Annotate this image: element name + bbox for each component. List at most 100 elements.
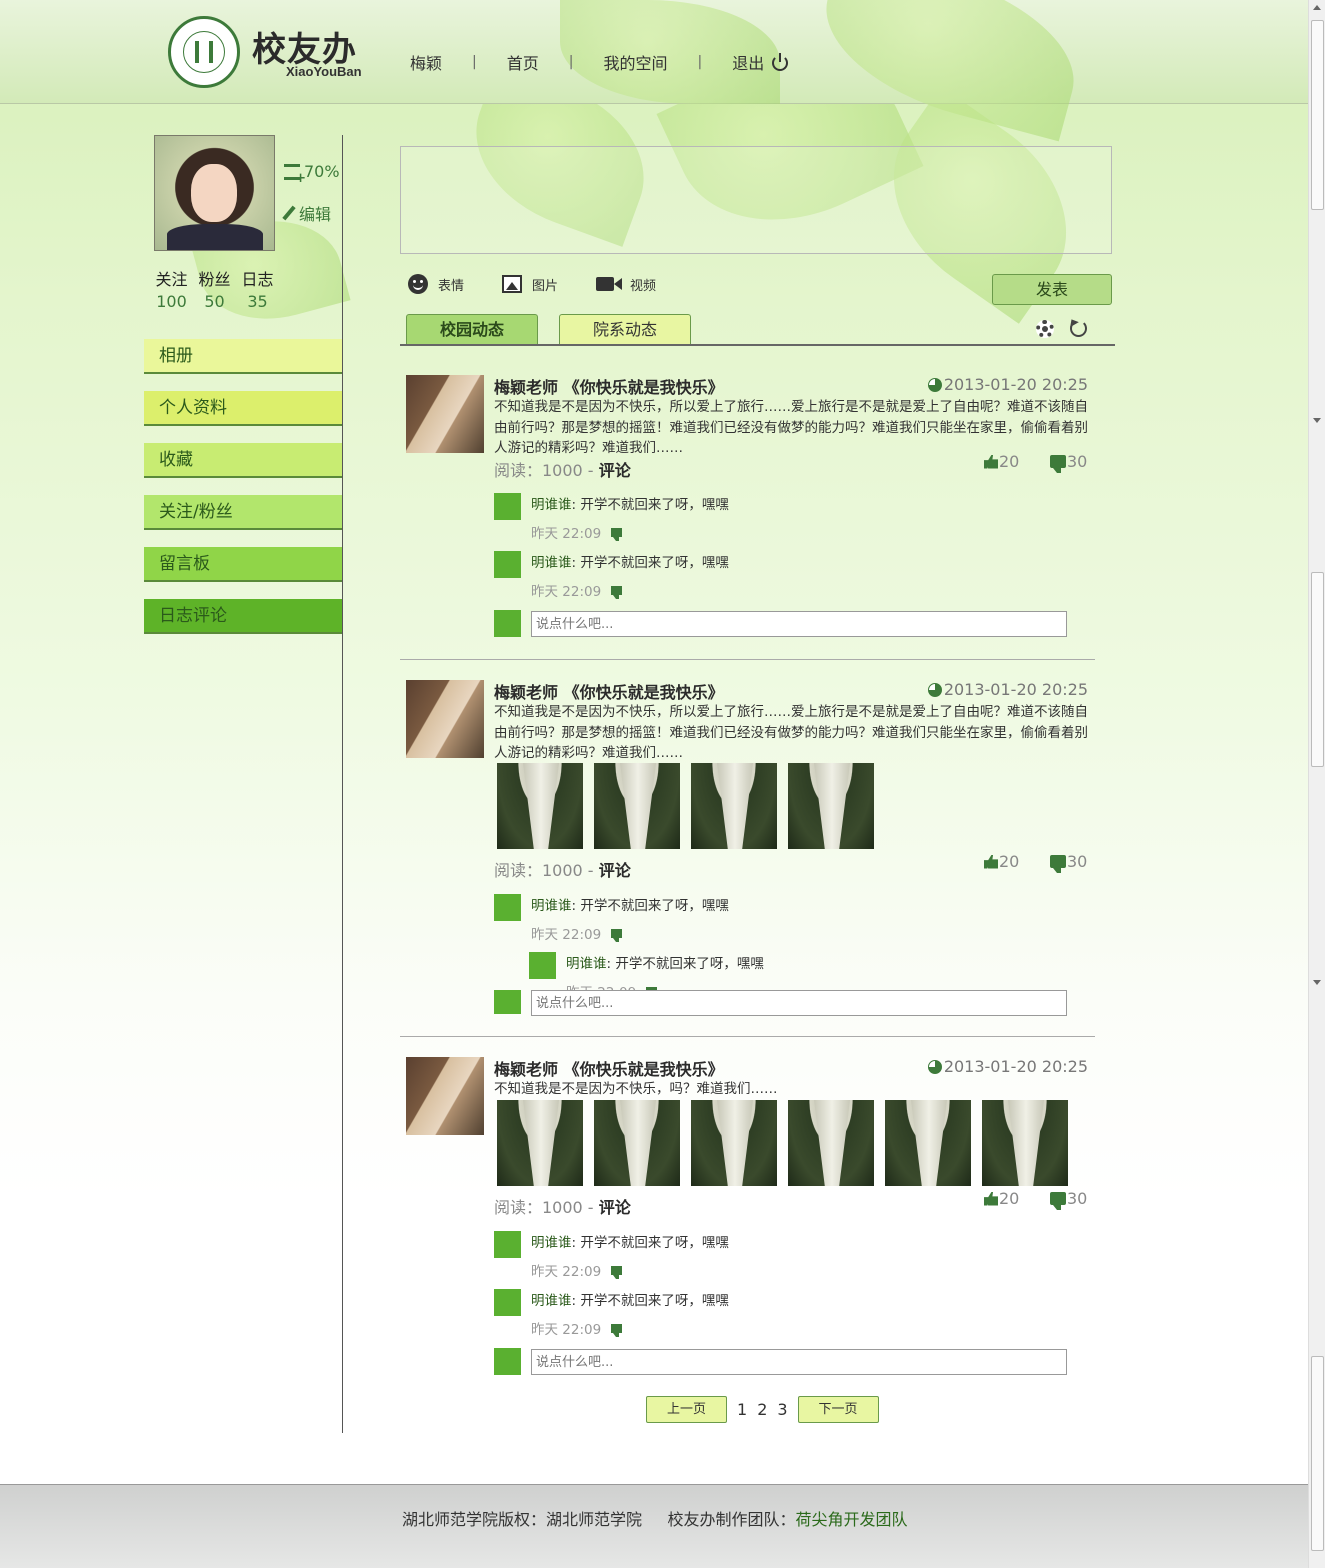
prev-page-button[interactable]: 上一页 (646, 1396, 727, 1423)
logout-label: 退出 (732, 54, 765, 73)
post-author-avatar[interactable] (406, 1057, 484, 1135)
post-image[interactable] (885, 1100, 971, 1186)
reply-avatar[interactable] (494, 1289, 521, 1316)
comment-input[interactable] (531, 1349, 1067, 1375)
like-button[interactable]: 20 (984, 452, 1019, 471)
reply-content: : 开学不就回来了呀，嘿嘿 (571, 1235, 729, 1251)
reply-content: : 开学不就回来了呀，嘿嘿 (606, 956, 764, 972)
post-image[interactable] (594, 1100, 680, 1186)
reply-author[interactable]: 明谁谁 (531, 898, 572, 914)
completion-value: 70% (304, 162, 340, 181)
feed-tabs: 校园动态 院系动态 (406, 314, 712, 345)
reply-author[interactable]: 明谁谁 (531, 555, 572, 571)
nav-item-user[interactable]: 梅颖 (410, 50, 442, 74)
post-time-text: 2013-01-20 20:25 (943, 375, 1088, 394)
reply-bubble-icon[interactable] (611, 928, 623, 942)
sidebar-menu: 相册 个人资料 收藏 关注/粉丝 留言板 日志评论 (144, 339, 342, 651)
post-title[interactable]: 梅颖老师 《你快乐就是我快乐》 (494, 679, 724, 703)
scroll-down-arrow[interactable] (1313, 980, 1321, 985)
reply-author[interactable]: 明谁谁 (531, 1235, 572, 1251)
footer-team-link[interactable]: 荷尖角开发团队 (795, 1510, 907, 1529)
reply-avatar[interactable] (494, 894, 521, 921)
footer-team-label: 校友办制作团队： (667, 1510, 796, 1529)
sidebar-item-favorites[interactable]: 收藏 (144, 443, 342, 478)
stat-label: 日志 (241, 270, 274, 289)
post-image[interactable] (594, 763, 680, 849)
list-plus-icon (284, 163, 306, 186)
profile-completion: 70% (284, 162, 340, 186)
refresh-icon[interactable] (1070, 320, 1087, 337)
sidebar-item-profile[interactable]: 个人资料 (144, 391, 342, 426)
edit-profile-link[interactable]: 编辑 (282, 201, 331, 225)
comment-count-button[interactable]: 30 (1050, 1189, 1087, 1210)
like-count: 20 (999, 1189, 1020, 1208)
reply-bubble-icon[interactable] (611, 1323, 623, 1337)
scrollbar-thumb[interactable] (1311, 572, 1324, 767)
scrollbar-thumb[interactable] (1311, 1356, 1324, 1551)
reply-time: 昨天 22:09 (531, 923, 623, 943)
reply-bubble-icon[interactable] (611, 527, 623, 541)
page-number[interactable]: 2 (757, 1400, 767, 1419)
post-image[interactable] (788, 763, 874, 849)
profile-avatar[interactable] (154, 135, 275, 251)
tab-department[interactable]: 院系动态 (559, 314, 691, 345)
page-number[interactable]: 1 (737, 1400, 747, 1419)
reply-scroll-area[interactable]: 明谁谁: 开学不就回来了呀，嘿嘿 昨天 22:09 明谁谁: 开学不就回来了呀，… (400, 890, 1095, 990)
sidebar-item-log-comments[interactable]: 日志评论 (144, 599, 342, 634)
stat-following[interactable]: 关注 100 (150, 266, 193, 311)
reply-author[interactable]: 明谁谁 (531, 1293, 572, 1309)
scrollbar-thumb[interactable] (1311, 20, 1324, 210)
tab-campus[interactable]: 校园动态 (406, 314, 538, 345)
sidebar-item-message-board[interactable]: 留言板 (144, 547, 342, 582)
nav-item-home[interactable]: 首页 (507, 50, 539, 74)
post-composer[interactable] (400, 146, 1112, 254)
nav-item-my-space[interactable]: 我的空间 (603, 50, 667, 74)
comment-link[interactable]: 评论 (599, 861, 631, 880)
page-number[interactable]: 3 (777, 1400, 787, 1419)
post-image[interactable] (691, 1100, 777, 1186)
like-button[interactable]: 20 (984, 1189, 1019, 1208)
post-image[interactable] (497, 1100, 583, 1186)
publish-button[interactable]: 发表 (992, 274, 1112, 305)
comment-count-button[interactable]: 30 (1050, 452, 1087, 473)
page-scrollbar[interactable] (1308, 0, 1325, 1568)
sidebar-item-album[interactable]: 相册 (144, 339, 342, 374)
scroll-down-arrow[interactable] (1313, 418, 1321, 423)
reply-avatar[interactable] (494, 493, 521, 520)
video-tool[interactable]: 视频 (596, 275, 656, 294)
post-author-avatar[interactable] (406, 680, 484, 758)
post-image[interactable] (788, 1100, 874, 1186)
post-author-avatar[interactable] (406, 375, 484, 453)
feed-post: 梅颖老师 《你快乐就是我快乐》 2013-01-20 20:25 不知道我是不是… (400, 1057, 1095, 1382)
scroll-up-arrow[interactable] (1313, 5, 1321, 10)
gear-icon[interactable] (1036, 320, 1054, 338)
comment-count-button[interactable]: 30 (1050, 852, 1087, 873)
sidebar-item-follow-fans[interactable]: 关注/粉丝 (144, 495, 342, 530)
reply-author[interactable]: 明谁谁 (566, 956, 607, 972)
nav-separator: | (568, 54, 574, 70)
sidebar-divider (342, 135, 343, 1433)
reply-bubble-icon[interactable] (611, 1265, 623, 1279)
next-page-button[interactable]: 下一页 (797, 1396, 879, 1423)
logout-link[interactable]: 退出 (732, 50, 789, 74)
reply-bubble-icon[interactable] (611, 585, 623, 599)
stat-fans[interactable]: 粉丝 50 (193, 266, 236, 311)
comment-input[interactable] (531, 990, 1067, 1016)
post-title[interactable]: 梅颖老师 《你快乐就是我快乐》 (494, 374, 724, 398)
stat-logs[interactable]: 日志 35 (236, 266, 279, 311)
tool-label: 视频 (630, 278, 657, 294)
post-title[interactable]: 梅颖老师 《你快乐就是我快乐》 (494, 1056, 724, 1080)
comment-input[interactable] (531, 611, 1067, 637)
image-tool[interactable]: 图片 (502, 275, 558, 294)
reply-avatar[interactable] (494, 551, 521, 578)
reply-avatar[interactable] (494, 1231, 521, 1258)
comment-link[interactable]: 评论 (599, 1198, 631, 1217)
post-image[interactable] (982, 1100, 1068, 1186)
reply-author[interactable]: 明谁谁 (531, 497, 572, 513)
post-image[interactable] (691, 763, 777, 849)
emoji-tool[interactable]: 表情 (408, 274, 464, 294)
reply-avatar[interactable] (529, 952, 556, 979)
like-button[interactable]: 20 (984, 852, 1019, 871)
post-image[interactable] (497, 763, 583, 849)
comment-link[interactable]: 评论 (599, 461, 631, 480)
